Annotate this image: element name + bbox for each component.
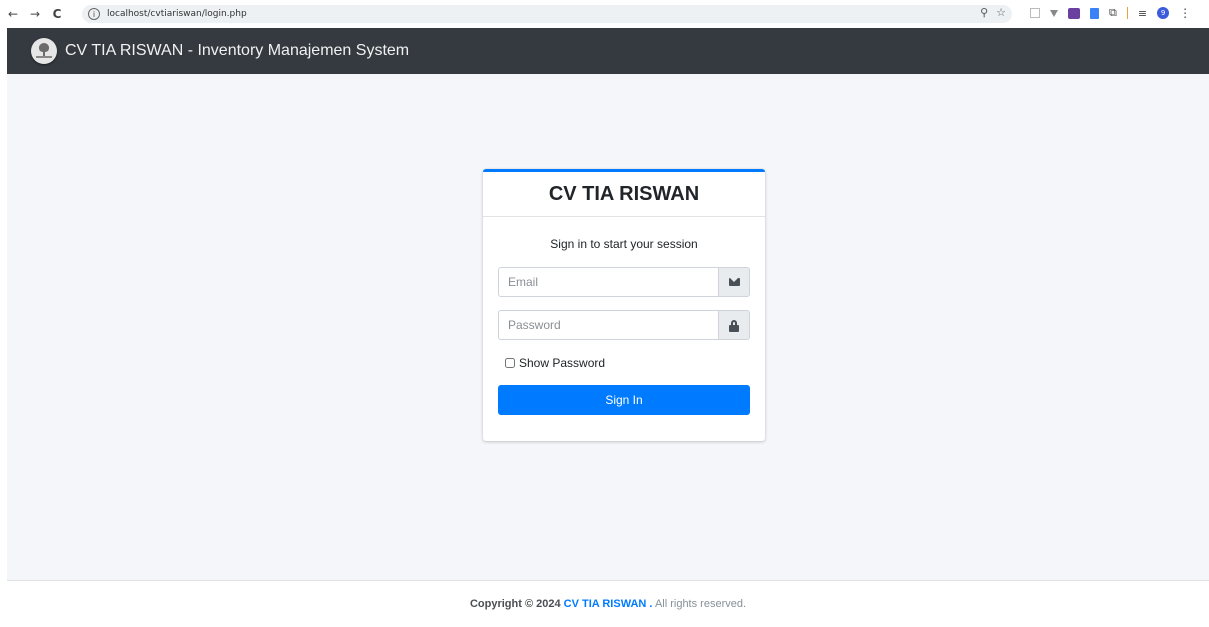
login-message: Sign in to start your session bbox=[550, 237, 698, 251]
login-card-body: Sign in to start your session bbox=[483, 237, 765, 251]
footer-copyright: Copyright © 2024 bbox=[469, 598, 561, 610]
profile-avatar[interactable]: 9 bbox=[1157, 7, 1170, 19]
url-text: localhost/cvtiariswan/login.php bbox=[107, 9, 247, 19]
login-title[interactable]: CV TIA RISWAN bbox=[549, 183, 699, 206]
password-input-group bbox=[498, 310, 750, 340]
back-icon[interactable]: ← bbox=[4, 7, 22, 21]
forward-icon[interactable]: → bbox=[26, 7, 44, 21]
lock-icon bbox=[729, 319, 739, 332]
email-input-group bbox=[498, 267, 750, 297]
site-info-icon[interactable]: i bbox=[88, 8, 100, 20]
content-wrapper: CV TIA RISWAN Sign in to start your sess… bbox=[7, 74, 1209, 580]
email-input[interactable] bbox=[498, 267, 718, 297]
show-password-checkbox[interactable] bbox=[505, 358, 515, 368]
extension-doc-icon[interactable] bbox=[1090, 7, 1099, 19]
extension-square-icon[interactable] bbox=[1030, 8, 1040, 18]
zoom-icon[interactable]: ⚲ bbox=[980, 6, 988, 19]
show-password-toggle[interactable]: Show Password bbox=[505, 356, 605, 370]
reload-icon[interactable]: C bbox=[48, 7, 66, 21]
main-navbar: CV TIA RISWAN - Inventory Manajemen Syst… bbox=[7, 28, 1209, 74]
footer-rights: All rights reserved. bbox=[654, 598, 747, 610]
toolbar-separator bbox=[1126, 7, 1128, 19]
footer-brand-link[interactable]: CV TIA RISWAN . bbox=[564, 598, 653, 610]
address-bar[interactable]: i localhost/cvtiariswan/login.php ⚲ ☆ bbox=[82, 5, 1012, 23]
bookmark-star-icon[interactable]: ☆ bbox=[996, 6, 1006, 19]
extension-triangle-icon[interactable] bbox=[1050, 9, 1058, 17]
footer: Copyright © 2024 CV TIA RISWAN . All rig… bbox=[7, 580, 1209, 610]
browser-menu-icon[interactable]: ⋮ bbox=[1179, 6, 1191, 20]
reading-list-icon[interactable]: ≡ bbox=[1138, 7, 1147, 20]
envelope-icon bbox=[728, 278, 740, 286]
brand-logo[interactable] bbox=[31, 38, 57, 64]
login-card-header: CV TIA RISWAN bbox=[483, 172, 765, 217]
login-card: CV TIA RISWAN Sign in to start your sess… bbox=[483, 169, 765, 441]
brand-text[interactable]: CV TIA RISWAN - Inventory Manajemen Syst… bbox=[65, 42, 409, 60]
extension-purple-icon[interactable] bbox=[1068, 7, 1080, 19]
extensions-puzzle-icon[interactable]: ⧉ bbox=[1109, 6, 1117, 20]
show-password-label: Show Password bbox=[519, 356, 606, 370]
password-addon bbox=[718, 310, 750, 340]
extensions-area: ⧉ ≡ 9 ⋮ bbox=[1030, 6, 1191, 20]
sign-in-button[interactable]: Sign In bbox=[498, 385, 750, 415]
email-addon bbox=[718, 267, 750, 297]
browser-toolbar: ← → C i localhost/cvtiariswan/login.php … bbox=[0, 0, 1209, 28]
password-input[interactable] bbox=[498, 310, 718, 340]
